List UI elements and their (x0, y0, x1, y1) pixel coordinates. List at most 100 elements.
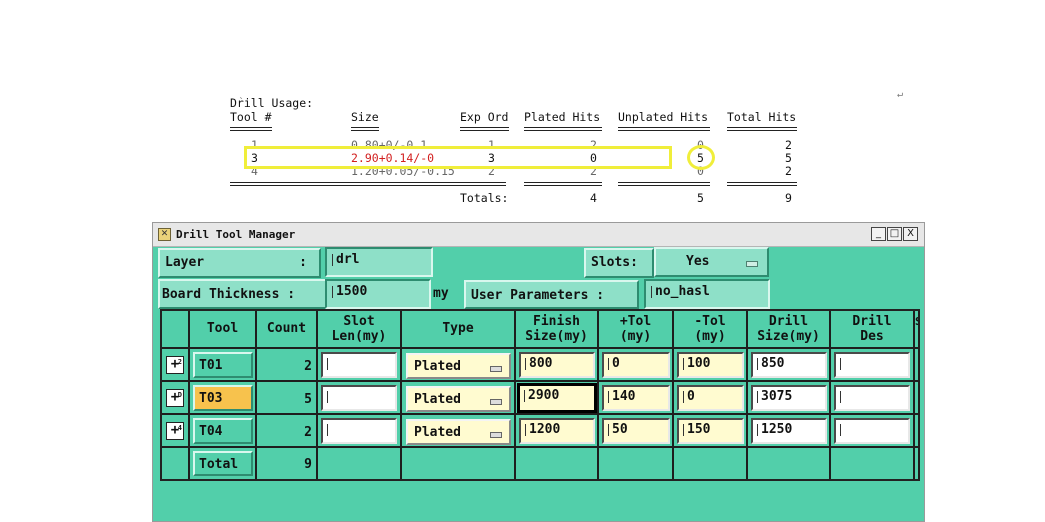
layer-label-text: Layer (165, 255, 205, 270)
minus-tol-cell: 150 (674, 415, 748, 448)
report-col-total: Total Hits (727, 110, 797, 124)
slot-len-input[interactable] (321, 352, 397, 378)
report-rule (230, 182, 506, 186)
maximize-button[interactable]: □ (887, 227, 902, 241)
header-type: Type (402, 311, 516, 349)
user-parameters-label: User Parameters : (464, 280, 639, 309)
expand-icon[interactable]: + D (166, 389, 184, 407)
drill-des-input[interactable] (834, 418, 910, 444)
slot-len-input[interactable] (321, 385, 397, 411)
type-dropdown[interactable]: Plated (406, 353, 511, 379)
drill-size-input[interactable]: 3075 (751, 385, 827, 411)
report-rule (230, 127, 272, 131)
drill-des-input[interactable] (834, 352, 910, 378)
dropdown-icon (490, 399, 502, 405)
plus-tol-input[interactable]: 50 (602, 418, 670, 444)
report-rule (524, 127, 602, 131)
total-empty (674, 448, 748, 479)
board-thickness-unit: my (433, 286, 449, 301)
user-parameters-value: no_hasl (655, 284, 710, 299)
report-col-exp-ord: Exp Ord (460, 110, 509, 124)
finish-size-input[interactable]: 800 (519, 352, 595, 378)
type-cell: Plated (402, 382, 516, 415)
slot-len-input[interactable] (321, 418, 397, 444)
header-count: Count (257, 311, 318, 349)
report-col-unplated: Unplated Hits (618, 110, 709, 124)
minimize-button[interactable]: _ (871, 227, 886, 241)
drill-size-cell: 1250 (748, 415, 831, 448)
user-parameters-field[interactable]: no_hasl (644, 279, 770, 309)
slot-len-cell (318, 415, 402, 448)
expand-icon[interactable]: +2 (166, 356, 184, 374)
finish-size-input[interactable]: 2900 (517, 383, 597, 413)
layer-label: Layer : (158, 248, 321, 278)
type-cell: Plated (402, 349, 516, 382)
paragraph-mark: ↵ (897, 89, 904, 100)
plus-tol-cell: 50 (599, 415, 674, 448)
report-rule (524, 182, 602, 186)
tool-button-t04[interactable]: T04 (193, 418, 253, 444)
report-rule (727, 127, 797, 131)
plus-tol-cell: 140 (599, 382, 674, 415)
drill-des-cell (831, 349, 915, 382)
report-totals-total: 9 (785, 191, 792, 205)
header-slot-len: Slot Len(my) (318, 311, 402, 349)
report-rule (460, 127, 509, 131)
drill-size-input[interactable]: 850 (751, 352, 827, 378)
total-empty (402, 448, 516, 479)
minus-tol-input[interactable]: 150 (677, 418, 744, 444)
report-heading: Drill Usage: (230, 96, 314, 110)
minus-tol-input[interactable]: 100 (677, 352, 744, 378)
tool-button-t03[interactable]: T03 (193, 385, 253, 411)
dropdown-icon (746, 261, 758, 267)
count-cell: 5 (257, 382, 318, 415)
tool-cell: T04 (190, 415, 257, 448)
total-count: 9 (257, 448, 318, 479)
total-empty (748, 448, 831, 479)
dropdown-icon (490, 432, 502, 438)
drill-size-input[interactable]: 1250 (751, 418, 827, 444)
report-rule (727, 182, 797, 186)
report-col-tool: Tool # (230, 110, 272, 124)
total-empty (915, 448, 920, 479)
drill-tool-manager-window: ✕ Drill Tool Manager _ □ X Layer : drl S… (152, 222, 925, 522)
count-cell: 2 (257, 415, 318, 448)
header-tool: Tool (190, 311, 257, 349)
layer-field[interactable]: drl (325, 247, 433, 277)
header-plus-tol: +Tol (my) (599, 311, 674, 349)
plus-tol-input[interactable]: 0 (602, 352, 670, 378)
minus-tol-input[interactable]: 0 (677, 385, 744, 411)
slots-value: Yes (686, 254, 710, 269)
total-empty (831, 448, 915, 479)
tool-button-t01[interactable]: T01 (193, 352, 253, 378)
header-blank (162, 311, 190, 349)
slot-len-cell (318, 382, 402, 415)
report-col-size: Size (351, 110, 379, 124)
drill-des-input[interactable] (834, 385, 910, 411)
total-blank (162, 448, 190, 479)
header-finish-size: Finish Size(my) (516, 311, 599, 349)
highlight-box (244, 146, 672, 169)
highlight-circle (687, 145, 715, 170)
window-title: Drill Tool Manager (176, 228, 296, 241)
report-totals-unplated: 5 (697, 191, 704, 205)
board-thickness-field[interactable]: 1500 (325, 279, 431, 309)
report-totals-plated: 4 (590, 191, 597, 205)
expand-icon[interactable]: +4 (166, 422, 184, 440)
type-dropdown[interactable]: Plated (406, 386, 511, 412)
plus-tol-input[interactable]: 140 (602, 385, 670, 411)
total-cell: Total (190, 448, 257, 479)
minus-tol-cell: 0 (674, 382, 748, 415)
title-bar[interactable]: ✕ Drill Tool Manager _ □ X (153, 223, 924, 247)
header-drill-size: Drill Size(my) (748, 311, 831, 349)
finish-size-input[interactable]: 1200 (519, 418, 595, 444)
report-rule (618, 182, 710, 186)
close-button[interactable]: X (903, 227, 918, 241)
finish-size-cell: 1200 (516, 415, 599, 448)
slots-dropdown[interactable]: Yes (654, 247, 769, 277)
layer-value: drl (336, 252, 360, 267)
total-label: Total (193, 451, 253, 476)
row-handle-cell: + D (162, 382, 190, 415)
layer-label-colon: : (299, 255, 307, 270)
type-dropdown[interactable]: Plated (406, 419, 511, 445)
